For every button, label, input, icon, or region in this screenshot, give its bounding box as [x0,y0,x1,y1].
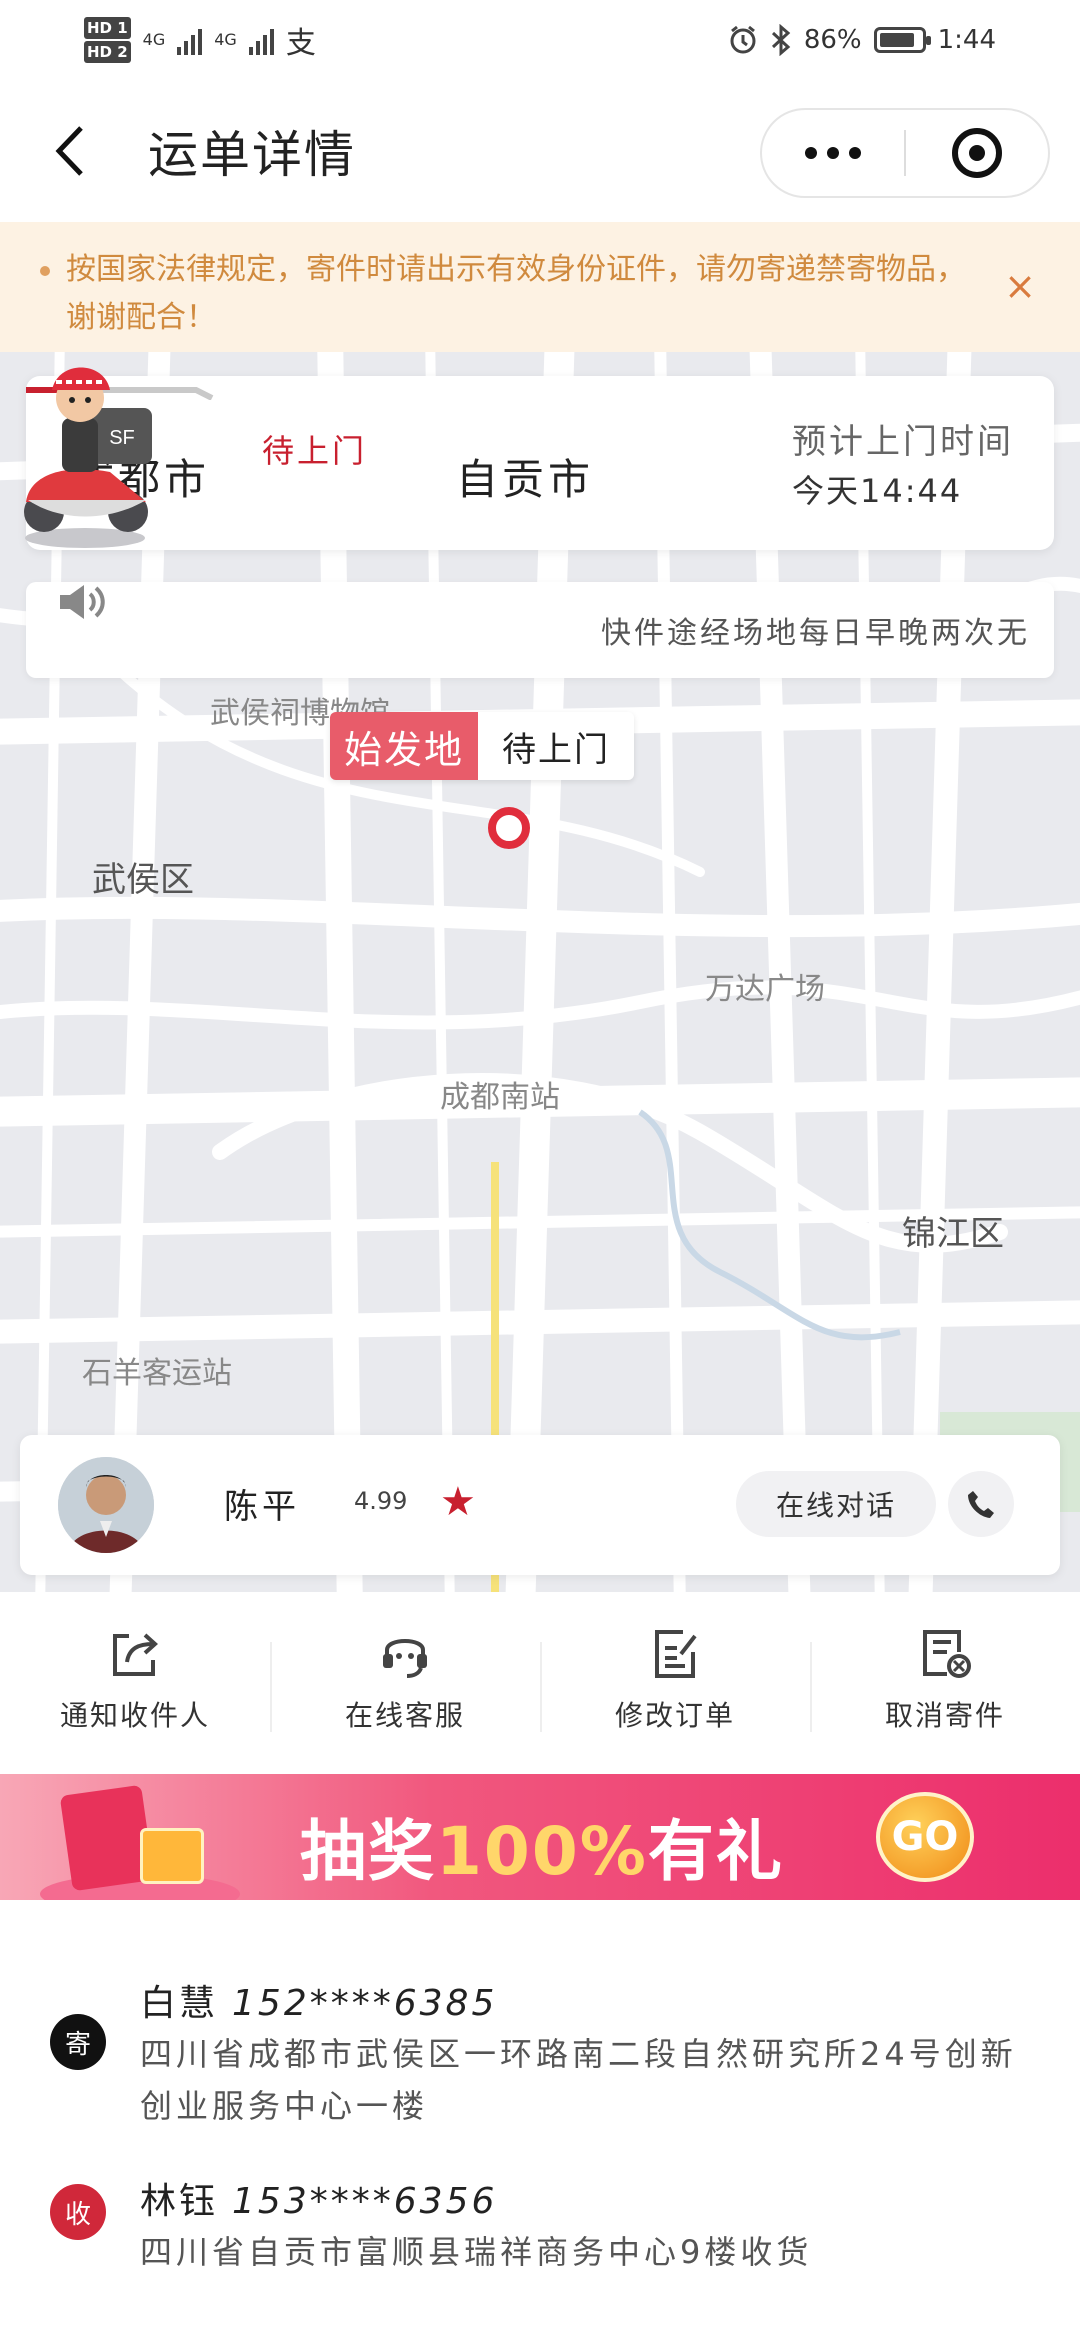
hd2-label: HD 2 [84,41,131,63]
banner-text-a: 抽奖 [300,1813,436,1890]
map-label-wuhou-district: 武侯区 [92,860,194,900]
eta-label: 预计上门时间 [792,422,1014,462]
battery-percent: 86% [803,25,862,55]
action-label: 通知收件人 [59,1699,210,1732]
notice-text: 按国家法律规定，寄件时请出示有效身份证件，请勿寄递禁寄物品，谢谢配合！ [66,252,966,335]
headset-icon [383,1639,427,1678]
cancel-order-icon [923,1630,971,1678]
receiver-name: 林钰 [140,2181,219,2222]
courier-card: 陈平 4.99 ★ 在线对话 [20,1435,1060,1575]
courier-avatar [58,1457,154,1553]
receiver-name-line: 林钰 153****6356 [140,2172,497,2224]
order-actions-bar: 通知收件人 在线客服 修改订单 取消寄件 [0,1592,1080,1768]
cancel-shipment-button[interactable]: 取消寄件 [810,1626,1080,1734]
network-label-2: 4G [214,30,237,49]
modify-order-button[interactable]: 修改订单 [540,1626,810,1734]
route-card: 成都市 待上门 自贡市 预计上门时间 今天14:44 [26,376,1054,550]
network-label-1: 4G [142,30,166,49]
page-title: 运单详情 [148,126,356,184]
status-left: HD 1 HD 2 4G 4G 支 [84,16,316,64]
more-menu-button[interactable] [762,147,904,159]
origin-tag-text: 始发地 [330,712,479,780]
clock: 1:44 [937,25,996,55]
back-button[interactable] [40,121,100,181]
map-label-wanda: 万达广场 [705,972,825,1007]
chevron-left-icon [55,126,83,176]
banner-go-button[interactable]: GO [876,1792,974,1882]
action-label: 在线客服 [344,1699,465,1732]
map-label-chengdu-south: 成都南站 [440,1080,560,1115]
screen: HD 1 HD 2 4G 4G 支 86% 1:44 运单详情 按国家法律规定，… [0,0,1080,2340]
star-icon: ★ [440,1479,476,1525]
notify-recipient-button[interactable]: 通知收件人 [0,1626,270,1734]
action-label: 取消寄件 [884,1699,1005,1732]
signal-icon [177,25,203,55]
receiver-phone: 153****6356 [232,2181,498,2222]
notice-close-button[interactable]: × [1004,262,1036,310]
alipay-icon: 支 [285,26,316,61]
target-icon [952,128,1002,178]
status-bar: HD 1 HD 2 4G 4G 支 86% 1:44 [0,0,1080,80]
close-program-button[interactable] [906,128,1048,178]
map-view[interactable]: 武侯祠博物馆 武侯区 万达广场 成都南站 锦江区 石羊客运站 成都市 待上门 自… [0,352,1080,1592]
svg-text:SF: SF [109,427,135,449]
status-right: 86% 1:44 [728,24,996,56]
sender-name-line: 白慧 152****6385 [140,1974,497,2026]
receiver-address: 四川省自贡市富顺县瑞祥商务中心9楼收货 [140,2233,813,2271]
receiver-badge: 收 [50,2184,106,2240]
map-label-jinjiang-district: 锦江区 [902,1214,1004,1254]
sender-badge: 寄 [50,2014,106,2070]
hd-indicator: HD 1 HD 2 [84,16,131,64]
gift-box-icon [140,1828,204,1884]
map-label-shiyang-station: 石羊客运站 [82,1356,232,1391]
banner-text-b: 100% [436,1813,648,1890]
nav-header: 运单详情 [0,80,1080,222]
online-service-button[interactable]: 在线客服 [270,1626,540,1734]
origin-pin-icon [488,807,530,849]
order-status: 待上门 [262,432,368,470]
banner-headline: 抽奖100%有礼 [300,1798,784,1894]
sender-address: 四川省成都市武侯区一环路南二段自然研究所24号创新创业服务中心一楼 [140,2035,1017,2125]
online-chat-button[interactable]: 在线对话 [736,1471,936,1537]
share-icon [113,1633,158,1676]
announcement-bar[interactable]: 快件途经场地每日早晚两次无 [26,582,1054,678]
hd1-label: HD 1 [84,17,131,39]
banner-text-c: 有礼 [647,1813,784,1890]
speaker-icon [60,585,105,619]
courier-scooter-icon: SF [24,367,152,548]
courier-name: 陈平 [224,1487,300,1527]
alarm-icon [730,25,756,54]
sender-name: 白慧 [140,1983,219,2024]
legal-notice-bar: 按国家法律规定，寄件时请出示有效身份证件，请勿寄递禁寄物品，谢谢配合！ × [0,222,1080,352]
mini-program-capsule [760,108,1050,198]
signal-icon-2 [248,25,274,55]
origin-status-text: 待上门 [478,712,635,780]
lottery-banner[interactable]: 抽奖100%有礼 GO [0,1774,1080,1900]
eta-time: 今天14:44 [792,472,963,510]
phone-icon [968,1491,994,1518]
announcement-text: 快件途经场地每日早晚两次无 [601,616,1030,651]
notice-dot-icon [40,266,50,276]
origin-marker-label[interactable]: 始发地 待上门 [330,712,635,780]
battery-icon [873,27,931,53]
edit-order-icon [655,1630,697,1678]
person-icon [58,1457,154,1553]
battery-fill [879,33,914,47]
courier-rating: 4.99 [354,1487,408,1515]
address-section: 寄 白慧 152****6385 四川省成都市武侯区一环路南二段自然研究所24号创… [0,1906,1080,2340]
bluetooth-icon [771,24,791,56]
destination-city: 自贡市 [456,455,595,504]
call-courier-button[interactable] [948,1471,1014,1537]
sender-phone: 152****6385 [232,1983,498,2024]
action-label: 修改订单 [614,1699,735,1732]
